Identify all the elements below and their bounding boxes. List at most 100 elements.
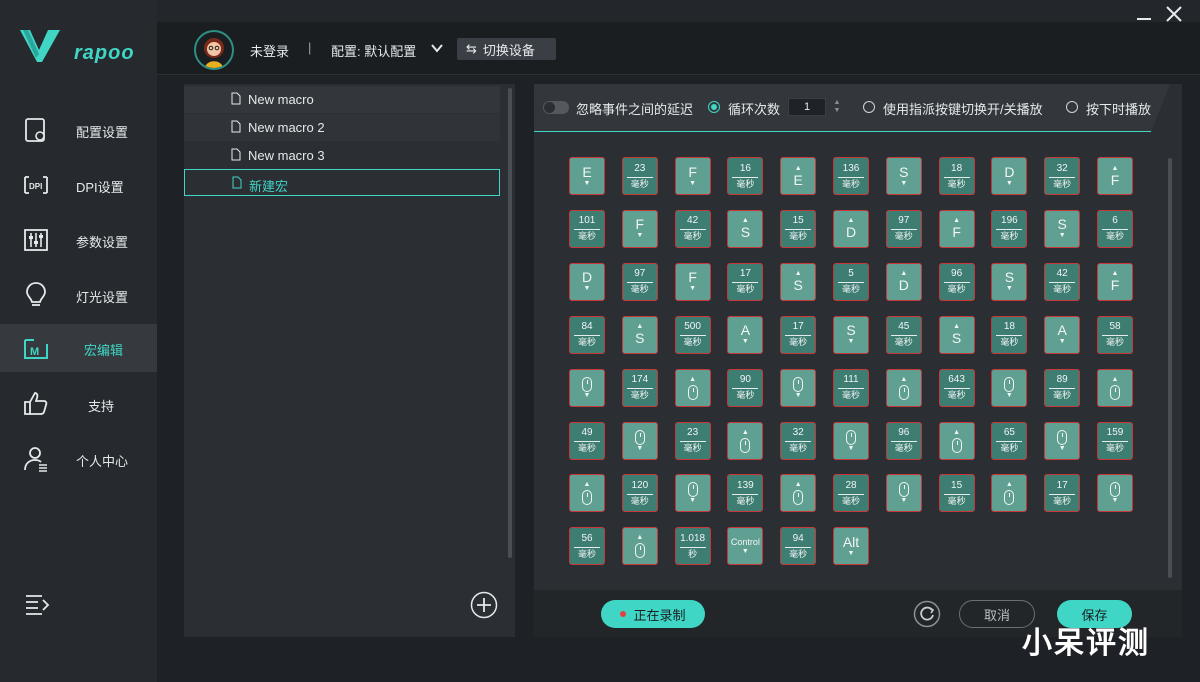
collapse-menu-icon[interactable] xyxy=(24,592,50,616)
mouse-event[interactable]: ▲ xyxy=(569,474,605,513)
delay-event[interactable]: 94 毫秒 xyxy=(780,527,817,566)
mouse-event[interactable]: ▲ xyxy=(727,421,764,460)
delay-event[interactable]: 17 毫秒 xyxy=(780,315,817,354)
mouse-event[interactable]: ▼ xyxy=(674,474,711,513)
event-grid-scrollbar[interactable] xyxy=(1168,158,1172,578)
mouse-event[interactable]: ▼ xyxy=(833,421,869,460)
delay-event[interactable]: 139 毫秒 xyxy=(727,474,764,513)
delay-event[interactable]: 84 毫秒 xyxy=(569,315,605,354)
delay-event[interactable]: 174 毫秒 xyxy=(621,368,658,407)
sidebar-item-params[interactable]: 参数设置 xyxy=(0,216,157,264)
macro-list-item[interactable]: New macro 2 xyxy=(184,114,500,141)
delay-event[interactable]: 42 毫秒 xyxy=(674,209,711,248)
ignore-delay-toggle[interactable] xyxy=(543,101,569,114)
delay-event[interactable]: 89 毫秒 xyxy=(1044,368,1081,407)
delay-event[interactable]: 15 毫秒 xyxy=(938,474,975,513)
key-event[interactable]: ▲ D xyxy=(885,262,922,301)
sidebar-item-support[interactable]: 支持 xyxy=(0,380,157,428)
mouse-event[interactable]: ▲ xyxy=(621,527,658,566)
delay-event[interactable]: 120 毫秒 xyxy=(621,474,658,513)
chevron-down-icon[interactable] xyxy=(430,41,444,55)
key-event[interactable]: ▲ S xyxy=(621,315,658,354)
key-event[interactable]: ▲ S xyxy=(780,262,817,301)
key-event[interactable]: F ▼ xyxy=(674,157,711,195)
key-event[interactable]: S ▼ xyxy=(991,262,1028,301)
mouse-event[interactable]: ▲ xyxy=(780,474,817,513)
delay-event[interactable]: 96 毫秒 xyxy=(885,421,922,460)
key-event[interactable]: S ▼ xyxy=(833,315,869,354)
delay-event[interactable]: 23 毫秒 xyxy=(621,157,658,195)
reset-button[interactable] xyxy=(913,600,941,628)
mouse-event[interactable]: ▼ xyxy=(885,474,922,513)
delay-event[interactable]: 97 毫秒 xyxy=(621,262,658,301)
loop-count-input[interactable]: 1 xyxy=(788,98,826,116)
key-event[interactable]: ▲ F xyxy=(1097,262,1133,301)
delay-event[interactable]: 32 毫秒 xyxy=(1044,157,1081,195)
delay-event[interactable]: 15 毫秒 xyxy=(780,209,817,248)
loop-count-stepper[interactable]: ▲ ▼ xyxy=(832,99,842,115)
delay-event[interactable]: 97 毫秒 xyxy=(885,209,922,248)
delay-event[interactable]: 58 毫秒 xyxy=(1097,315,1133,354)
key-event[interactable]: ▲ E xyxy=(780,157,817,195)
delay-event[interactable]: 500 毫秒 xyxy=(674,315,711,354)
loop-count-radio[interactable] xyxy=(708,101,720,113)
close-icon[interactable] xyxy=(1165,5,1183,23)
mouse-event[interactable]: ▼ xyxy=(569,368,605,407)
add-macro-button[interactable] xyxy=(470,591,498,619)
macro-list-scrollbar[interactable] xyxy=(508,88,512,558)
delay-event[interactable]: 90 毫秒 xyxy=(727,368,764,407)
mouse-event[interactable]: ▲ xyxy=(938,421,975,460)
delay-event[interactable]: 643 毫秒 xyxy=(938,368,975,407)
key-event[interactable]: D ▼ xyxy=(991,157,1028,195)
sidebar-item-lighting[interactable]: 灯光设置 xyxy=(0,271,157,319)
sidebar-item-profile[interactable]: 个人中心 xyxy=(0,435,157,483)
delay-event[interactable]: 196 毫秒 xyxy=(991,209,1028,248)
minimize-icon[interactable] xyxy=(1136,6,1152,22)
macro-list-item-selected[interactable]: 新建宏 xyxy=(184,169,500,196)
delay-event[interactable]: 56 毫秒 xyxy=(569,527,605,566)
delay-event[interactable]: 1.018 秒 xyxy=(674,527,711,566)
delay-event[interactable]: 42 毫秒 xyxy=(1044,262,1081,301)
delay-event[interactable]: 16 毫秒 xyxy=(727,157,764,195)
sidebar-item-macro[interactable]: M 宏编辑 xyxy=(0,324,157,372)
delay-event[interactable]: 17 毫秒 xyxy=(1044,474,1081,513)
switch-device-button[interactable]: ⇆ 切换设备 xyxy=(457,38,556,60)
profile-select[interactable]: 配置: 默认配置 xyxy=(331,41,416,60)
delay-event[interactable]: 17 毫秒 xyxy=(727,262,764,301)
key-event[interactable]: ▲ F xyxy=(1097,157,1133,195)
mouse-event[interactable]: ▼ xyxy=(780,368,817,407)
key-event[interactable]: S ▼ xyxy=(1044,209,1081,248)
key-event[interactable]: ▲ F xyxy=(938,209,975,248)
mouse-event[interactable]: ▲ xyxy=(674,368,711,407)
avatar[interactable] xyxy=(194,30,234,70)
recording-button[interactable]: 正在录制 xyxy=(601,600,705,628)
key-event[interactable]: A ▼ xyxy=(727,315,764,354)
mouse-event[interactable]: ▲ xyxy=(991,474,1028,513)
login-status[interactable]: 未登录 xyxy=(250,41,289,60)
delay-event[interactable]: 159 毫秒 xyxy=(1097,421,1133,460)
sidebar-item-dpi[interactable]: DPI DPI设置 xyxy=(0,161,157,209)
hold-play-radio[interactable] xyxy=(1066,101,1078,113)
macro-list-item[interactable]: New macro xyxy=(184,86,500,113)
key-event[interactable]: Control ▼ xyxy=(727,527,764,566)
delay-event[interactable]: 96 毫秒 xyxy=(938,262,975,301)
key-event[interactable]: E ▼ xyxy=(569,157,605,195)
delay-event[interactable]: 65 毫秒 xyxy=(991,421,1028,460)
key-event[interactable]: F ▼ xyxy=(621,209,658,248)
mouse-event[interactable]: ▼ xyxy=(1044,421,1081,460)
key-event[interactable]: A ▼ xyxy=(1044,315,1081,354)
key-event[interactable]: D ▼ xyxy=(569,262,605,301)
mouse-event[interactable]: ▲ xyxy=(1097,368,1133,407)
key-event[interactable]: ▲ D xyxy=(833,209,869,248)
delay-event[interactable]: 18 毫秒 xyxy=(991,315,1028,354)
delay-event[interactable]: 49 毫秒 xyxy=(569,421,605,460)
mouse-event[interactable]: ▲ xyxy=(885,368,922,407)
delay-event[interactable]: 28 毫秒 xyxy=(833,474,869,513)
delay-event[interactable]: 23 毫秒 xyxy=(674,421,711,460)
delay-event[interactable]: 111 毫秒 xyxy=(833,368,869,407)
mouse-event[interactable]: ▼ xyxy=(1097,474,1133,513)
delay-event[interactable]: 45 毫秒 xyxy=(885,315,922,354)
macro-list-item[interactable]: New macro 3 xyxy=(184,142,500,169)
delay-event[interactable]: 101 毫秒 xyxy=(569,209,605,248)
sidebar-item-config[interactable]: 配置设置 xyxy=(0,106,157,154)
